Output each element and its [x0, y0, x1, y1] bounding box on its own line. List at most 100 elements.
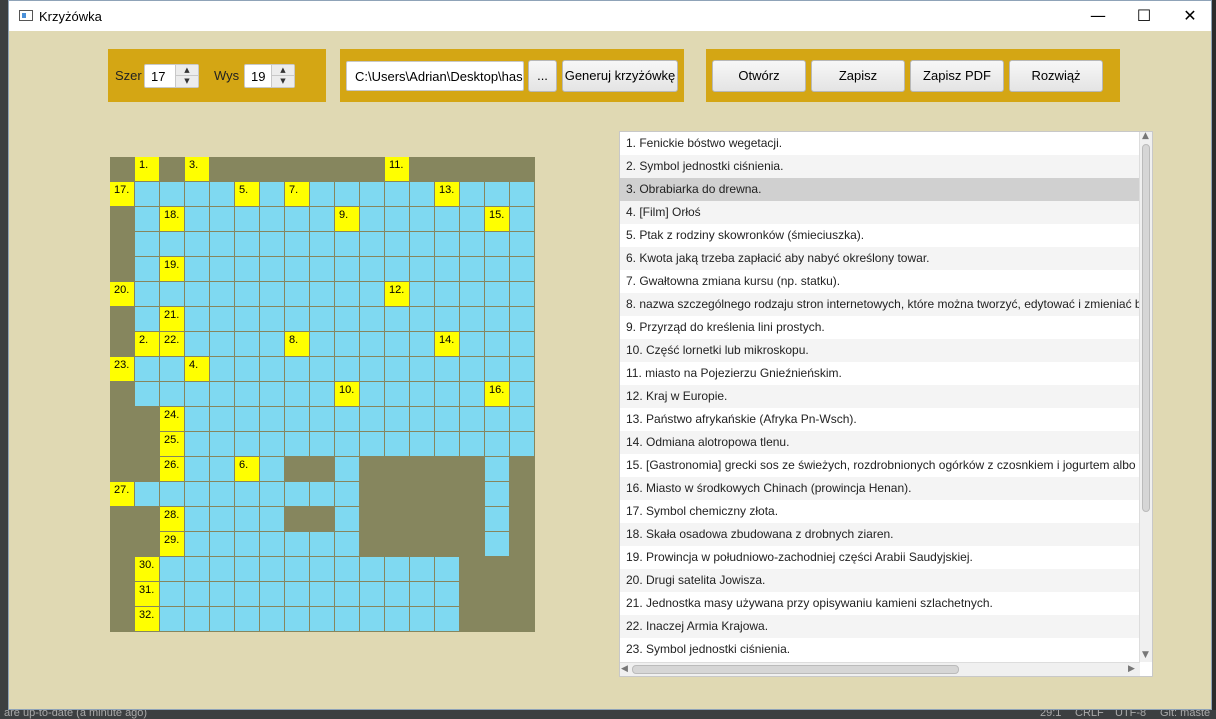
crossword-cell[interactable]	[135, 182, 159, 206]
crossword-cell[interactable]	[260, 232, 284, 256]
crossword-cell[interactable]	[385, 407, 409, 431]
clue-item[interactable]: 15. [Gastronomia] grecki sos ze świeżych…	[620, 454, 1140, 477]
crossword-cell[interactable]	[360, 307, 384, 331]
crossword-cell[interactable]	[285, 407, 309, 431]
crossword-number-cell[interactable]: 32.	[135, 607, 159, 631]
crossword-cell[interactable]	[360, 232, 384, 256]
crossword-cell[interactable]	[310, 432, 334, 456]
clue-item[interactable]: 12. Kraj w Europie.	[620, 385, 1140, 408]
width-increment-button[interactable]: ▲	[176, 65, 198, 76]
crossword-cell[interactable]	[235, 532, 259, 556]
crossword-cell[interactable]	[310, 332, 334, 356]
crossword-number-cell[interactable]: 21.	[160, 307, 184, 331]
horizontal-scroll-thumb[interactable]	[632, 665, 959, 674]
crossword-cell[interactable]	[210, 257, 234, 281]
crossword-cell[interactable]	[510, 182, 534, 206]
crossword-cell[interactable]	[210, 532, 234, 556]
crossword-cell[interactable]	[310, 607, 334, 631]
crossword-cell[interactable]	[335, 357, 359, 381]
crossword-cell[interactable]	[285, 257, 309, 281]
crossword-number-cell[interactable]: 25.	[160, 432, 184, 456]
crossword-cell[interactable]	[285, 432, 309, 456]
maximize-button[interactable]: ☐	[1121, 1, 1167, 31]
crossword-cell[interactable]	[160, 607, 184, 631]
generate-button[interactable]: Generuj krzyżówkę	[562, 60, 678, 92]
clue-item[interactable]: 6. Kwota jaką trzeba zapłacić aby nabyć …	[620, 247, 1140, 270]
crossword-cell[interactable]	[485, 282, 509, 306]
crossword-cell[interactable]	[435, 407, 459, 431]
crossword-cell[interactable]	[210, 457, 234, 481]
crossword-cell[interactable]	[260, 307, 284, 331]
crossword-cell[interactable]	[260, 282, 284, 306]
vertical-scroll-thumb[interactable]	[1142, 144, 1150, 512]
clue-item[interactable]: 3. Obrabiarka do drewna.	[620, 178, 1140, 201]
crossword-number-cell[interactable]: 26.	[160, 457, 184, 481]
crossword-cell[interactable]	[435, 607, 459, 631]
crossword-cell[interactable]	[410, 232, 434, 256]
crossword-cell[interactable]	[385, 182, 409, 206]
crossword-cell[interactable]	[135, 207, 159, 231]
crossword-cell[interactable]	[185, 482, 209, 506]
crossword-cell[interactable]	[210, 607, 234, 631]
crossword-cell[interactable]	[435, 382, 459, 406]
crossword-cell[interactable]	[260, 257, 284, 281]
crossword-cell[interactable]	[160, 232, 184, 256]
crossword-cell[interactable]	[410, 382, 434, 406]
height-increment-button[interactable]: ▲	[272, 65, 294, 76]
crossword-cell[interactable]	[360, 432, 384, 456]
crossword-cell[interactable]	[385, 357, 409, 381]
crossword-cell[interactable]	[410, 307, 434, 331]
crossword-cell[interactable]	[360, 557, 384, 581]
crossword-cell[interactable]	[285, 582, 309, 606]
crossword-cell[interactable]	[385, 382, 409, 406]
crossword-cell[interactable]	[235, 507, 259, 531]
crossword-cell[interactable]	[485, 532, 509, 556]
crossword-cell[interactable]	[485, 182, 509, 206]
crossword-cell[interactable]	[260, 207, 284, 231]
crossword-cell[interactable]	[510, 407, 534, 431]
crossword-cell[interactable]	[185, 582, 209, 606]
crossword-cell[interactable]	[210, 582, 234, 606]
crossword-cell[interactable]	[285, 482, 309, 506]
crossword-cell[interactable]	[310, 257, 334, 281]
crossword-cell[interactable]	[185, 182, 209, 206]
crossword-cell[interactable]	[435, 432, 459, 456]
crossword-cell[interactable]	[385, 432, 409, 456]
crossword-cell[interactable]	[385, 307, 409, 331]
crossword-cell[interactable]	[485, 507, 509, 531]
crossword-cell[interactable]	[460, 257, 484, 281]
crossword-cell[interactable]	[235, 582, 259, 606]
crossword-cell[interactable]	[460, 332, 484, 356]
height-spinner[interactable]: 19 ▲ ▼	[244, 64, 295, 88]
crossword-cell[interactable]	[435, 207, 459, 231]
crossword-cell[interactable]	[310, 382, 334, 406]
crossword-cell[interactable]	[235, 607, 259, 631]
crossword-cell[interactable]	[285, 357, 309, 381]
crossword-cell[interactable]	[210, 207, 234, 231]
crossword-cell[interactable]	[210, 307, 234, 331]
crossword-cell[interactable]	[410, 332, 434, 356]
crossword-cell[interactable]	[410, 557, 434, 581]
crossword-number-cell[interactable]: 31.	[135, 582, 159, 606]
crossword-number-cell[interactable]: 5.	[235, 182, 259, 206]
scroll-right-icon[interactable]: ▶	[1128, 664, 1135, 674]
solve-button[interactable]: Rozwiąż	[1009, 60, 1103, 92]
clue-item[interactable]: 11. miasto na Pojezierzu Gnieźnieńskim.	[620, 362, 1140, 385]
crossword-cell[interactable]	[285, 282, 309, 306]
crossword-cell[interactable]	[360, 332, 384, 356]
crossword-number-cell[interactable]: 15.	[485, 207, 509, 231]
clue-item[interactable]: 21. Jednostka masy używana przy opisywan…	[620, 592, 1140, 615]
crossword-cell[interactable]	[410, 582, 434, 606]
crossword-cell[interactable]	[510, 382, 534, 406]
height-decrement-button[interactable]: ▼	[272, 76, 294, 87]
crossword-cell[interactable]	[135, 357, 159, 381]
crossword-cell[interactable]	[210, 507, 234, 531]
clue-item[interactable]: 19. Prowincja w południowo-zachodniej cz…	[620, 546, 1140, 569]
crossword-cell[interactable]	[360, 207, 384, 231]
crossword-number-cell[interactable]: 12.	[385, 282, 409, 306]
crossword-cell[interactable]	[260, 482, 284, 506]
crossword-cell[interactable]	[185, 557, 209, 581]
crossword-cell[interactable]	[235, 232, 259, 256]
crossword-cell[interactable]	[435, 582, 459, 606]
crossword-cell[interactable]	[335, 557, 359, 581]
